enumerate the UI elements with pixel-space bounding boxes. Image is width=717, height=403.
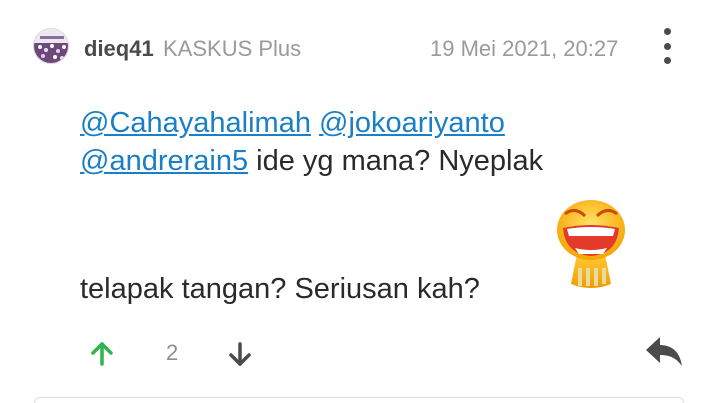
post-text-continued: telapak tangan? Seriusan kah? [80, 273, 480, 305]
more-options-button[interactable] [655, 28, 679, 64]
username[interactable]: dieq41 [84, 36, 154, 62]
more-vertical-icon [663, 28, 671, 35]
mention-link[interactable]: @Cahayahalimah [80, 107, 311, 139]
post-actions: 2 [0, 332, 717, 376]
post-timestamp: 19 Mei 2021, 20:27 [430, 36, 619, 61]
avatar[interactable] [33, 28, 69, 64]
laughing-emoticon [557, 200, 625, 288]
next-card-edge [34, 397, 684, 403]
vote-count: 2 [166, 340, 179, 365]
arrow-up-icon[interactable] [88, 340, 116, 368]
mention-link[interactable]: @jokoariyanto [319, 107, 505, 139]
user-badge: KASKUS Plus [163, 36, 302, 61]
mention-link[interactable]: @andrerain5 [80, 145, 248, 177]
post-content: @Cahayahalimah @jokoariyanto @andrerain5… [80, 104, 640, 180]
reply-icon[interactable] [644, 334, 684, 370]
avatar-image [34, 29, 68, 63]
post-header: dieq41 KASKUS Plus 19 Mei 2021, 20:27 [0, 22, 717, 76]
post-text: ide yg mana? Nyeplak [256, 145, 544, 177]
arrow-down-icon[interactable] [226, 340, 254, 368]
